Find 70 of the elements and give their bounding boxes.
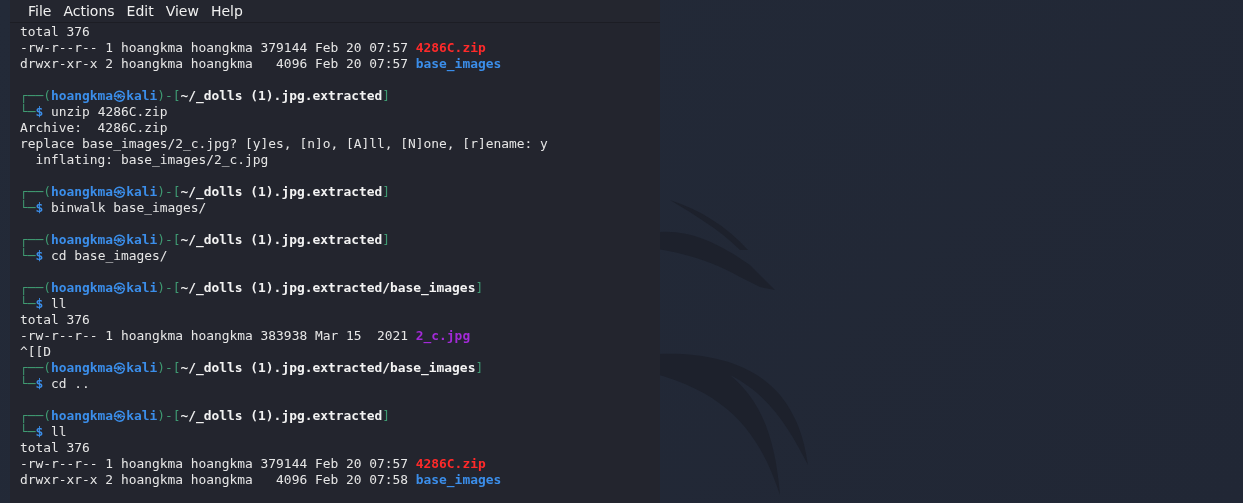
menu-item[interactable]: Help [206, 3, 249, 19]
output-text: total 376 [20, 312, 90, 327]
output-text: -rw-r--r-- 1 hoangkma hoangkma 383938 Mar 15 2021 [20, 328, 410, 343]
menu-item[interactable]: View [161, 3, 205, 19]
prompt-frame: ] [382, 88, 391, 103]
prompt-path: ~/_dolls (1).jpg.extracted/base_images [180, 360, 476, 375]
prompt-symbol: $ [35, 200, 44, 215]
prompt-frame: └─ [20, 376, 36, 391]
command-text: ll [51, 296, 67, 311]
output-text: drwxr-xr-x 2 hoangkma hoangkma 4096 Feb 20 07:57 [20, 56, 410, 71]
prompt-symbol: $ [35, 376, 44, 391]
prompt-user-host: hoangkma㉿kali [51, 232, 158, 247]
menu-item[interactable]: Actions [59, 3, 121, 19]
prompt-frame: └─ [20, 296, 36, 311]
prompt-user-host: hoangkma㉿kali [51, 88, 158, 103]
command-text: cd base_images/ [51, 248, 168, 263]
output-text: total 376 [20, 440, 90, 455]
command-text: binwalk base_images/ [51, 200, 207, 215]
output-text: -rw-r--r-- 1 hoangkma hoangkma 379144 Feb 20 07:57 [20, 40, 410, 55]
prompt-symbol: $ [35, 248, 44, 263]
prompt-frame: ] [475, 360, 484, 375]
prompt-user-host: hoangkma㉿kali [51, 280, 158, 295]
file-name: base_images [415, 56, 502, 71]
prompt-frame: ] [382, 184, 391, 199]
prompt-frame: └─ [20, 104, 36, 119]
prompt-frame: )-[ [157, 408, 181, 423]
prompt-frame: )-[ [157, 88, 181, 103]
prompt-frame: )-[ [157, 184, 181, 199]
prompt-frame: └─ [20, 200, 36, 215]
prompt-path: ~/_dolls (1).jpg.extracted [180, 408, 383, 423]
command-text: unzip 4286C.zip [51, 104, 168, 119]
output-text: Archive: 4286C.zip [20, 120, 168, 135]
file-name: 4286C.zip [415, 40, 486, 55]
menu-item[interactable]: File [24, 3, 58, 19]
prompt-frame: )-[ [157, 360, 181, 375]
menu-item[interactable]: Edit [122, 3, 160, 19]
output-text: inflating: base_images/2_c.jpg [34, 152, 269, 167]
prompt-symbol: $ [35, 104, 44, 119]
prompt-frame: ┌──( [20, 232, 52, 247]
prompt-user-host: hoangkma㉿kali [51, 360, 158, 375]
file-name: 4286C.zip [415, 456, 486, 471]
prompt-user-host: hoangkma㉿kali [51, 408, 158, 423]
prompt-frame: ] [475, 280, 484, 295]
output-text: ^[[D [20, 344, 52, 359]
prompt-frame: ┌──( [20, 408, 52, 423]
prompt-symbol: $ [35, 296, 44, 311]
prompt-symbol: $ [35, 424, 44, 439]
prompt-frame: ┌──( [20, 360, 52, 375]
command-text: ll [51, 424, 67, 439]
prompt-path: ~/_dolls (1).jpg.extracted [180, 184, 383, 199]
output-text: total 376 [20, 24, 90, 39]
prompt-frame: ┌──( [20, 88, 52, 103]
prompt-user-host: hoangkma㉿kali [51, 184, 158, 199]
prompt-frame: ┌──( [20, 280, 52, 295]
prompt-path: ~/_dolls (1).jpg.extracted/base_images [180, 280, 476, 295]
prompt-frame: └─ [20, 248, 36, 263]
prompt-frame: ] [382, 232, 391, 247]
output-text: -rw-r--r-- 1 hoangkma hoangkma 379144 Feb 20 07:57 [20, 456, 410, 471]
output-text: replace base_images/2_c.jpg? [y]es, [n]o, [A]ll, [N]one, [r]ename: y [20, 136, 548, 151]
prompt-frame: )-[ [157, 232, 181, 247]
prompt-frame: ┌──( [20, 184, 52, 199]
prompt-frame: └─ [20, 424, 36, 439]
command-text: cd .. [51, 376, 90, 391]
prompt-frame: )-[ [157, 280, 181, 295]
output-text: drwxr-xr-x 2 hoangkma hoangkma 4096 Feb 20 07:58 [20, 472, 410, 487]
prompt-frame: ] [382, 408, 391, 423]
file-name: base_images [415, 472, 502, 487]
prompt-path: ~/_dolls (1).jpg.extracted [180, 88, 383, 103]
prompt-path: ~/_dolls (1).jpg.extracted [180, 232, 383, 247]
file-name: 2_c.jpg [415, 328, 471, 343]
